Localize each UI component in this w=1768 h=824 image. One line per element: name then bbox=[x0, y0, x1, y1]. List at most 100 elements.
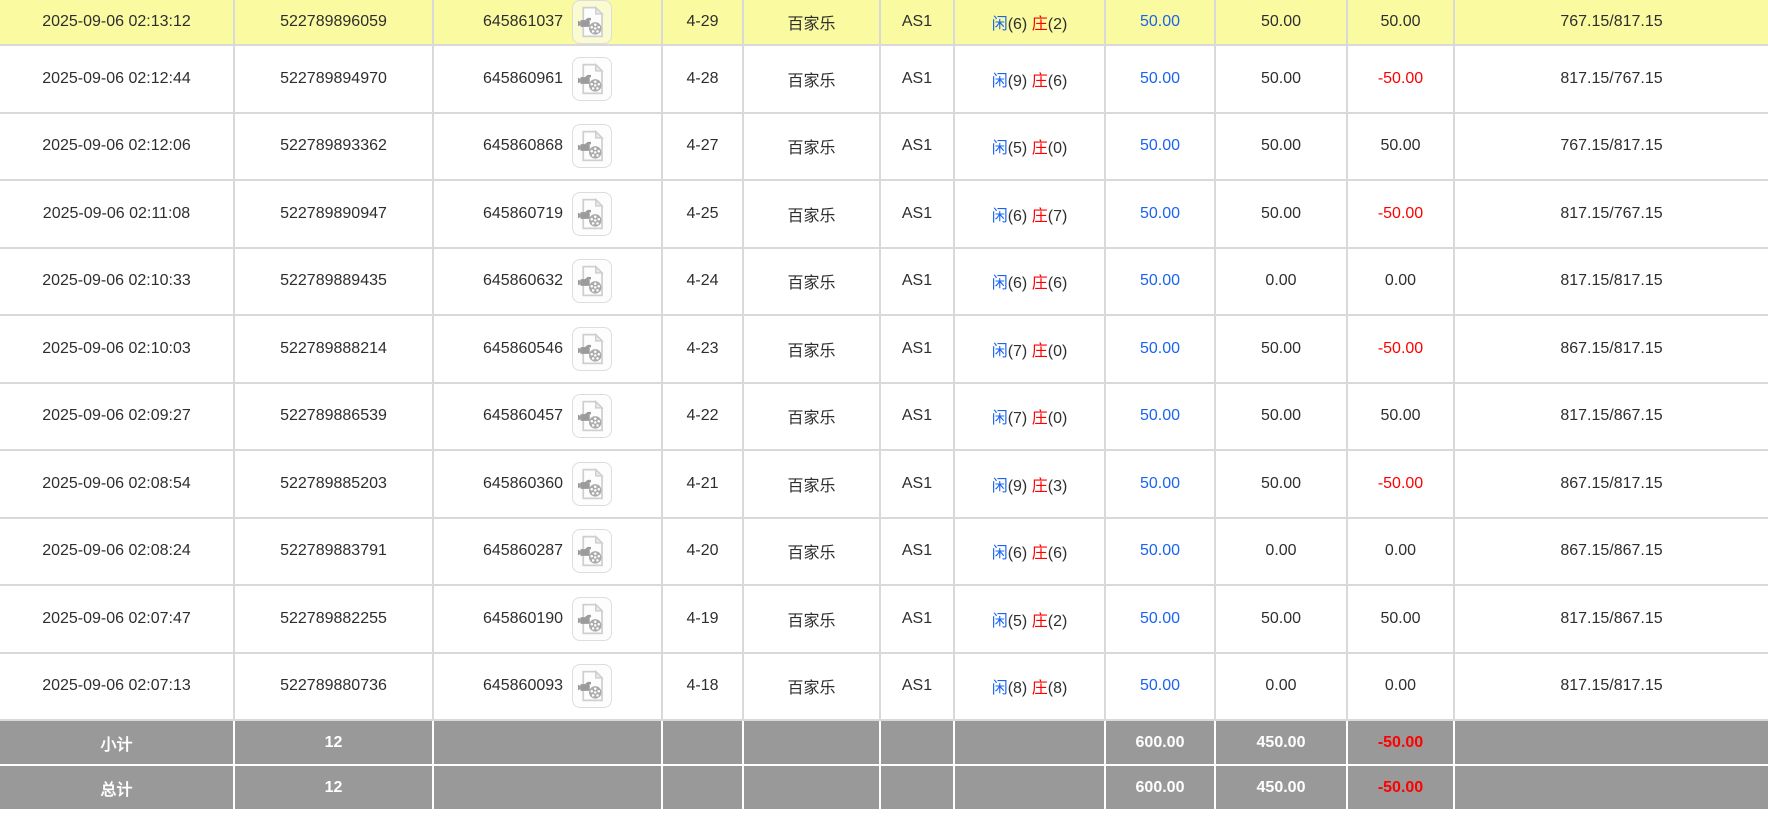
subtotal-row: 小计 12 600.00 450.00 -50.00 bbox=[0, 720, 1768, 765]
video-replay-button[interactable] bbox=[572, 192, 612, 236]
subtotal-winloss: -50.00 bbox=[1347, 720, 1454, 765]
table-row: 2025-09-06 02:09:27 522789886539 6458604… bbox=[0, 383, 1768, 451]
cell-result: 闲(6) 庄(6) bbox=[954, 248, 1105, 316]
cell-result: 闲(6) 庄(2) bbox=[954, 0, 1105, 45]
cell-table: AS1 bbox=[880, 518, 954, 586]
cell-bet-amount: 50.00 bbox=[1105, 450, 1215, 518]
video-replay-button[interactable] bbox=[572, 259, 612, 303]
table-row: 2025-09-06 02:07:47 522789882255 6458601… bbox=[0, 585, 1768, 653]
video-replay-button[interactable] bbox=[572, 124, 612, 168]
cell-round: 4-24 bbox=[662, 248, 743, 316]
bet-amount-link[interactable]: 50.00 bbox=[1140, 542, 1180, 559]
video-file-icon bbox=[577, 467, 607, 501]
cell-valid-amount: 0.00 bbox=[1215, 248, 1347, 316]
video-file-icon bbox=[577, 129, 607, 163]
video-file-icon bbox=[577, 534, 607, 568]
total-row: 总计 12 600.00 450.00 -50.00 bbox=[0, 765, 1768, 810]
cell-valid-amount: 50.00 bbox=[1215, 450, 1347, 518]
video-replay-button[interactable] bbox=[572, 327, 612, 371]
cell-game-id: 645860546 bbox=[433, 315, 662, 383]
cell-bet-id: 522789883791 bbox=[234, 518, 433, 586]
bet-amount-link[interactable]: 50.00 bbox=[1140, 272, 1180, 289]
game-id-text: 645860546 bbox=[483, 340, 563, 358]
bet-history-page: 2025-09-06 02:13:12 522789896059 6458610… bbox=[0, 0, 1768, 824]
cell-valid-amount: 50.00 bbox=[1215, 315, 1347, 383]
cell-time: 2025-09-06 02:11:08 bbox=[0, 180, 234, 248]
cell-game-type: 百家乐 bbox=[743, 585, 880, 653]
banker-result-label: 庄 bbox=[1032, 680, 1048, 697]
cell-balance: 767.15/817.15 bbox=[1454, 113, 1768, 181]
bet-amount-link[interactable]: 50.00 bbox=[1140, 475, 1180, 492]
total-count: 12 bbox=[234, 765, 433, 810]
video-replay-button[interactable] bbox=[572, 462, 612, 506]
cell-bet-id: 522789894970 bbox=[234, 45, 433, 113]
cell-round: 4-21 bbox=[662, 450, 743, 518]
cell-time: 2025-09-06 02:08:24 bbox=[0, 518, 234, 586]
cell-table: AS1 bbox=[880, 113, 954, 181]
cell-table: AS1 bbox=[880, 248, 954, 316]
banker-result-count: (0) bbox=[1048, 343, 1068, 360]
cell-game-type: 百家乐 bbox=[743, 518, 880, 586]
player-result-count: (7) bbox=[1008, 410, 1028, 427]
cell-table: AS1 bbox=[880, 653, 954, 721]
video-file-icon bbox=[577, 62, 607, 96]
cell-game-type: 百家乐 bbox=[743, 653, 880, 721]
cell-winloss: -50.00 bbox=[1347, 180, 1454, 248]
cell-game-id: 645860632 bbox=[433, 248, 662, 316]
banker-result-label: 庄 bbox=[1032, 410, 1048, 427]
player-result-count: (6) bbox=[1008, 208, 1028, 225]
player-result-count: (6) bbox=[1008, 545, 1028, 562]
video-replay-button[interactable] bbox=[572, 57, 612, 101]
cell-balance: 817.15/767.15 bbox=[1454, 45, 1768, 113]
cell-winloss: 50.00 bbox=[1347, 383, 1454, 451]
cell-bet-id: 522789885203 bbox=[234, 450, 433, 518]
cell-game-type: 百家乐 bbox=[743, 450, 880, 518]
cell-game-type: 百家乐 bbox=[743, 315, 880, 383]
table-row: 2025-09-06 02:12:44 522789894970 6458609… bbox=[0, 45, 1768, 113]
video-replay-button[interactable] bbox=[572, 529, 612, 573]
total-winloss: -50.00 bbox=[1347, 765, 1454, 810]
cell-table: AS1 bbox=[880, 180, 954, 248]
video-replay-button[interactable] bbox=[572, 664, 612, 708]
cell-balance: 817.15/817.15 bbox=[1454, 248, 1768, 316]
cell-game-id: 645860093 bbox=[433, 653, 662, 721]
cell-valid-amount: 0.00 bbox=[1215, 653, 1347, 721]
video-replay-button[interactable] bbox=[572, 0, 612, 44]
subtotal-label: 小计 bbox=[0, 720, 234, 765]
cell-result: 闲(5) 庄(2) bbox=[954, 585, 1105, 653]
bet-amount-link[interactable]: 50.00 bbox=[1140, 677, 1180, 694]
table-row: 2025-09-06 02:10:03 522789888214 6458605… bbox=[0, 315, 1768, 383]
cell-bet-id: 522789882255 bbox=[234, 585, 433, 653]
cell-winloss: 0.00 bbox=[1347, 248, 1454, 316]
cell-round: 4-18 bbox=[662, 653, 743, 721]
cell-bet-id: 522789893362 bbox=[234, 113, 433, 181]
bet-amount-link[interactable]: 50.00 bbox=[1140, 407, 1180, 424]
cell-bet-amount: 50.00 bbox=[1105, 585, 1215, 653]
game-id-text: 645860632 bbox=[483, 272, 563, 290]
video-replay-button[interactable] bbox=[572, 597, 612, 641]
bet-amount-link[interactable]: 50.00 bbox=[1140, 13, 1180, 30]
bet-amount-link[interactable]: 50.00 bbox=[1140, 610, 1180, 627]
cell-bet-id: 522789896059 bbox=[234, 0, 433, 45]
video-replay-button[interactable] bbox=[572, 394, 612, 438]
cell-result: 闲(5) 庄(0) bbox=[954, 113, 1105, 181]
bet-amount-link[interactable]: 50.00 bbox=[1140, 340, 1180, 357]
cell-round: 4-23 bbox=[662, 315, 743, 383]
bet-amount-link[interactable]: 50.00 bbox=[1140, 137, 1180, 154]
cell-table: AS1 bbox=[880, 315, 954, 383]
bet-history-table: 2025-09-06 02:13:12 522789896059 6458610… bbox=[0, 0, 1768, 811]
banker-result-count: (6) bbox=[1048, 545, 1068, 562]
banker-result-count: (8) bbox=[1048, 680, 1068, 697]
cell-bet-amount: 50.00 bbox=[1105, 518, 1215, 586]
cell-valid-amount: 50.00 bbox=[1215, 383, 1347, 451]
video-file-icon bbox=[577, 197, 607, 231]
table-row: 2025-09-06 02:08:24 522789883791 6458602… bbox=[0, 518, 1768, 586]
player-result-count: (7) bbox=[1008, 343, 1028, 360]
player-result-label: 闲 bbox=[992, 478, 1008, 495]
bet-amount-link[interactable]: 50.00 bbox=[1140, 205, 1180, 222]
bet-amount-link[interactable]: 50.00 bbox=[1140, 70, 1180, 87]
video-file-icon bbox=[577, 669, 607, 703]
player-result-label: 闲 bbox=[992, 545, 1008, 562]
player-result-count: (9) bbox=[1008, 73, 1028, 90]
cell-balance: 867.15/817.15 bbox=[1454, 450, 1768, 518]
